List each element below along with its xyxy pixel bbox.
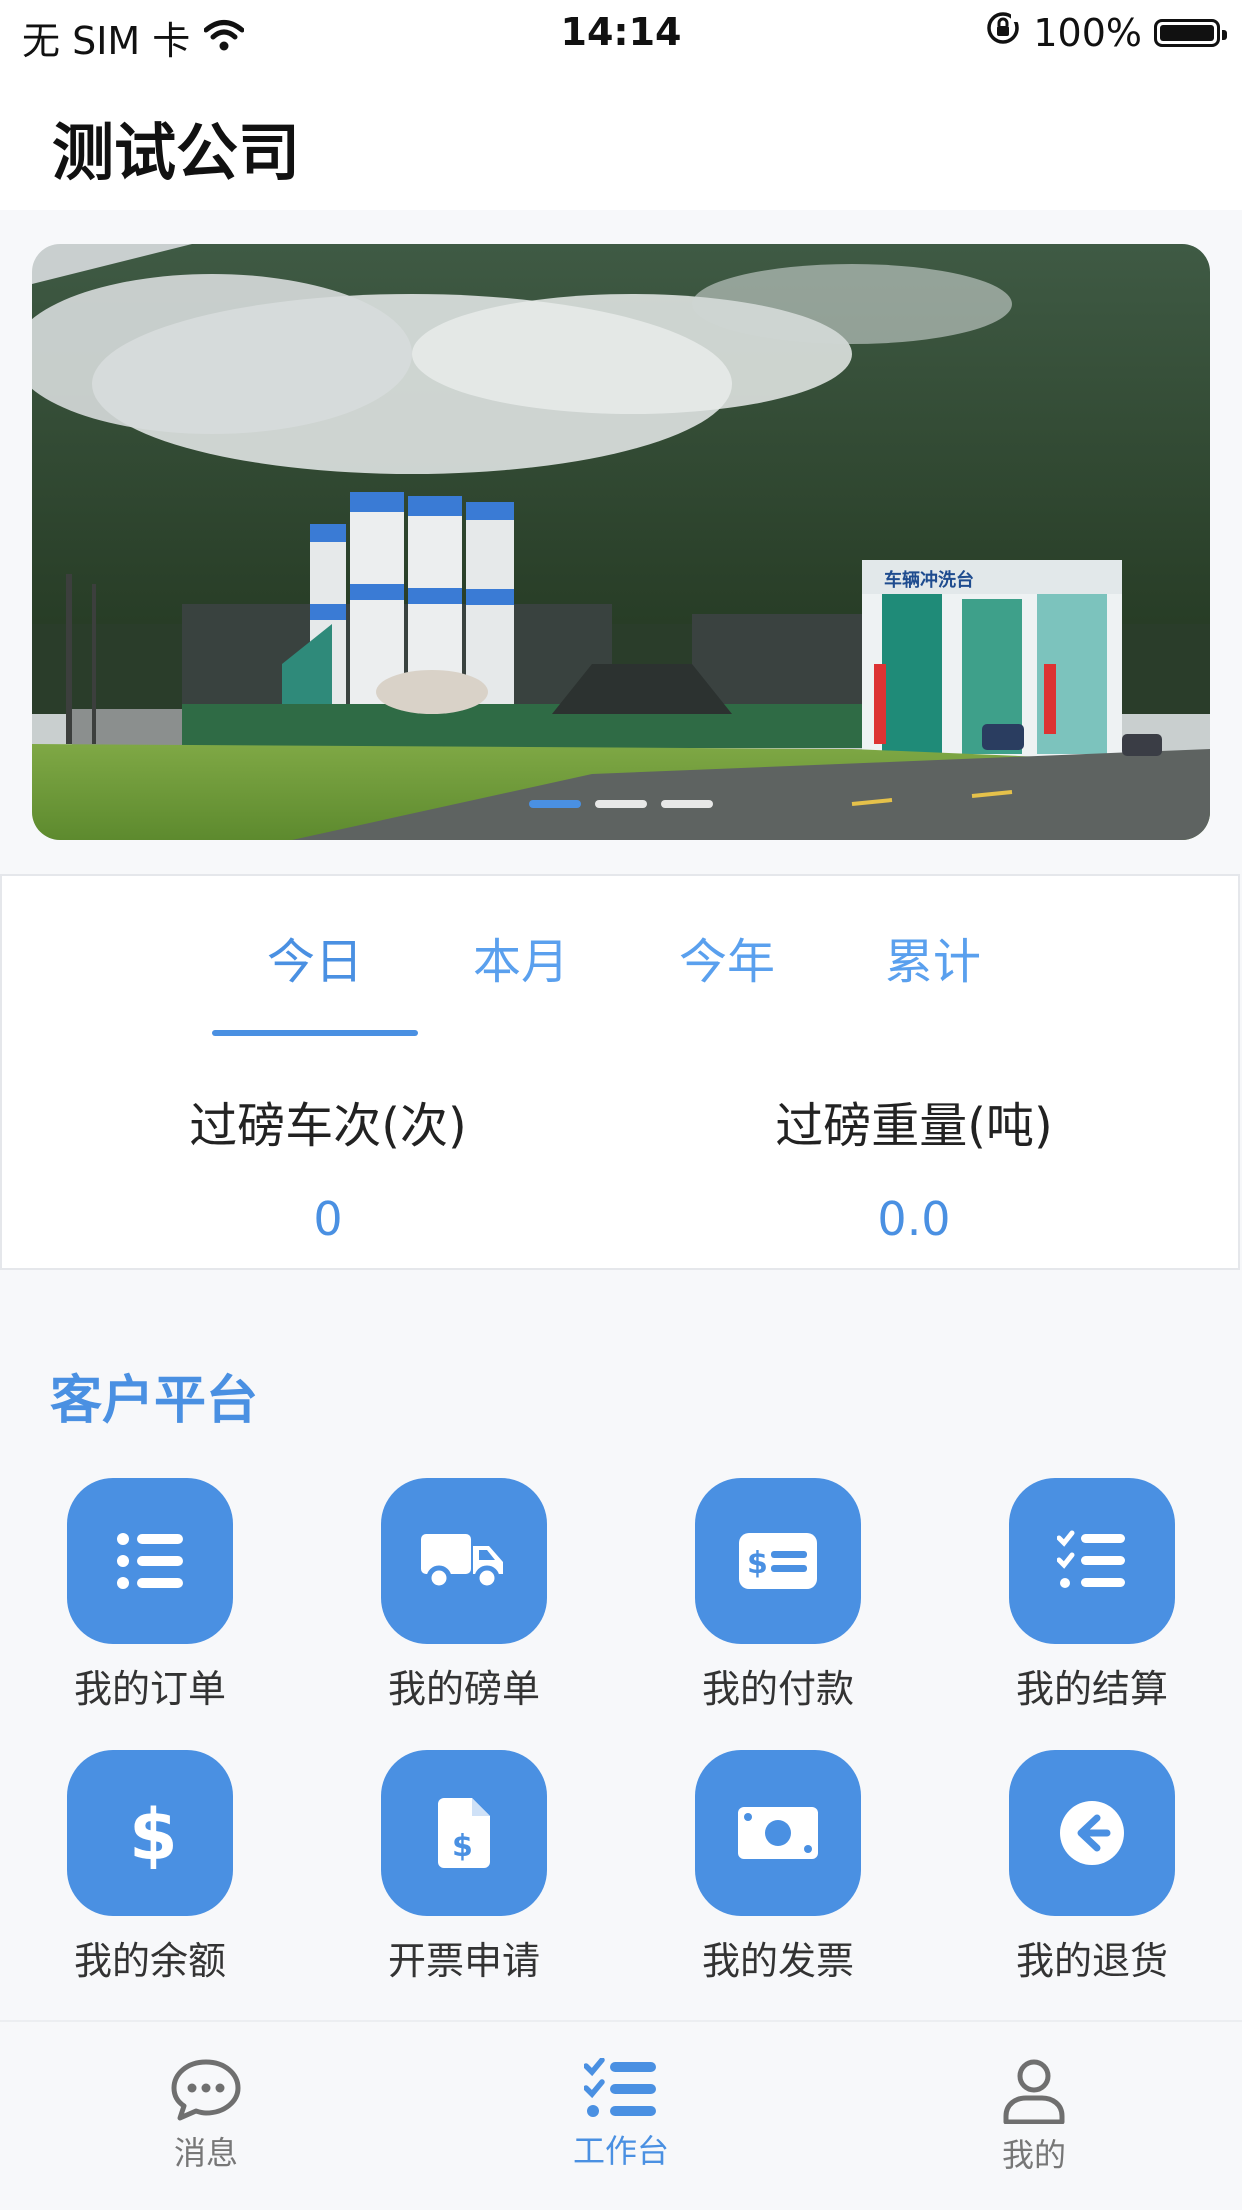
tab-messages-label: 消息 xyxy=(173,2134,238,2172)
stat-trips-value: 0 xyxy=(313,1192,343,1246)
stat-weight: 过磅重量(吨) 0.0 xyxy=(604,1086,1224,1246)
money-check-icon: $ xyxy=(695,1478,861,1644)
invoice-request-label: 开票申请 xyxy=(387,1939,540,1983)
user-icon xyxy=(1002,2059,1066,2128)
checklist-icon xyxy=(1009,1478,1175,1644)
carousel-dot[interactable] xyxy=(595,800,647,808)
arrow-circle-left-icon xyxy=(1009,1750,1175,1916)
carousel-indicator xyxy=(32,800,1210,808)
my-returns-button[interactable]: 我的退货 xyxy=(982,1750,1202,1985)
tab-total[interactable]: 累计 xyxy=(830,922,1036,992)
section-title: 客户平台 xyxy=(50,1371,259,1431)
my-returns-label: 我的退货 xyxy=(1015,1939,1168,1983)
stats-panel: 今日 本月 今年 累计 过磅车次(次) 0 过磅重量(吨) 0.0 xyxy=(0,874,1240,1270)
my-weigh-tickets-label: 我的磅单 xyxy=(387,1667,540,1711)
banner-carousel[interactable]: 车辆冲洗台 xyxy=(32,244,1210,840)
my-settlements-label: 我的结算 xyxy=(1015,1667,1168,1711)
my-settlements-button[interactable]: 我的结算 xyxy=(982,1478,1202,1713)
list-icon xyxy=(67,1478,233,1644)
tab-profile[interactable]: 我的 xyxy=(934,2058,1134,2176)
invoice-request-button[interactable]: $ 开票申请 xyxy=(354,1750,574,1985)
battery-icon xyxy=(1154,18,1227,47)
status-bar-right: 100% xyxy=(985,10,1227,55)
banner-signboard-text: 车辆冲洗台 xyxy=(884,569,974,591)
carousel-dot[interactable] xyxy=(661,800,713,808)
period-tabs: 今日 本月 今年 累计 xyxy=(2,922,1238,1042)
stat-weight-value: 0.0 xyxy=(877,1192,951,1246)
svg-text:$: $ xyxy=(129,1797,175,1869)
carousel-dot[interactable] xyxy=(529,800,581,808)
my-orders-button[interactable]: 我的订单 xyxy=(40,1478,260,1713)
my-invoices-button[interactable]: 我的发票 xyxy=(668,1750,888,1985)
tab-workbench[interactable]: 工作台 xyxy=(521,2057,721,2172)
dollar-icon: $ xyxy=(67,1750,233,1916)
banner-image: 车辆冲洗台 xyxy=(32,244,1210,840)
orientation-lock-icon xyxy=(985,10,1021,55)
svg-text:$: $ xyxy=(452,1829,473,1864)
svg-text:$: $ xyxy=(747,1546,768,1581)
my-payments-label: 我的付款 xyxy=(701,1667,854,1711)
my-payments-button[interactable]: $ 我的付款 xyxy=(668,1478,888,1713)
tab-today[interactable]: 今日 xyxy=(212,922,418,992)
tasks-icon xyxy=(583,2057,658,2124)
chat-icon xyxy=(170,2059,242,2126)
my-weigh-tickets-button[interactable]: 我的磅单 xyxy=(354,1478,574,1713)
stat-trips: 过磅车次(次) 0 xyxy=(18,1086,638,1246)
status-bar: 无 SIM 卡 14:14 100% xyxy=(0,0,1242,68)
tab-year[interactable]: 今年 xyxy=(624,922,830,992)
my-invoices-label: 我的发票 xyxy=(701,1939,854,1983)
app-header: 测试公司 xyxy=(0,68,1242,210)
my-orders-label: 我的订单 xyxy=(73,1667,226,1711)
stat-weight-label: 过磅重量(吨) xyxy=(775,1098,1053,1154)
bottom-tab-bar: 消息 工作台 我的 xyxy=(0,2020,1242,2210)
my-balance-label: 我的余额 xyxy=(73,1939,226,1983)
tab-messages[interactable]: 消息 xyxy=(106,2058,306,2174)
invoice-dollar-icon: $ xyxy=(381,1750,547,1916)
tab-profile-label: 我的 xyxy=(1001,2136,1066,2174)
page-title: 测试公司 xyxy=(52,116,301,189)
money-bill-icon xyxy=(695,1750,861,1916)
stat-trips-label: 过磅车次(次) xyxy=(189,1098,467,1154)
my-balance-button[interactable]: $ 我的余额 xyxy=(40,1750,260,1985)
active-tab-underline xyxy=(212,1030,418,1036)
truck-icon xyxy=(381,1478,547,1644)
tab-month[interactable]: 本月 xyxy=(418,922,624,992)
tab-workbench-label: 工作台 xyxy=(572,2132,669,2170)
battery-percent: 100% xyxy=(1033,10,1142,55)
